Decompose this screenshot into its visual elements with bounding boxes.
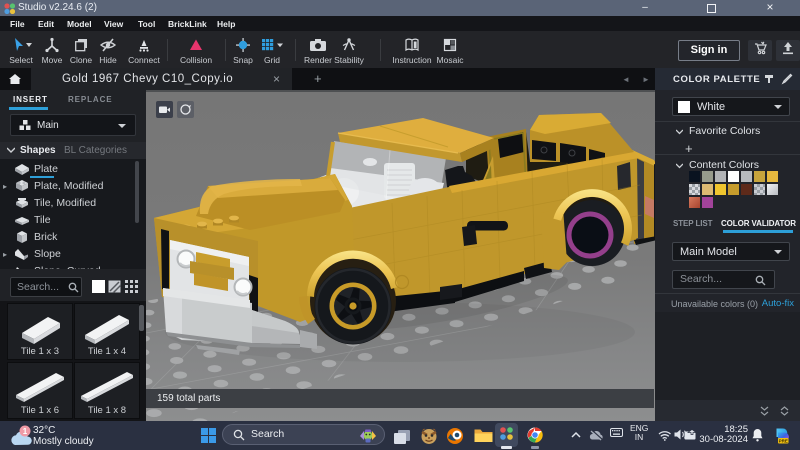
svg-text:PRE: PRE (779, 439, 788, 444)
svg-text:1: 1 (23, 427, 28, 436)
